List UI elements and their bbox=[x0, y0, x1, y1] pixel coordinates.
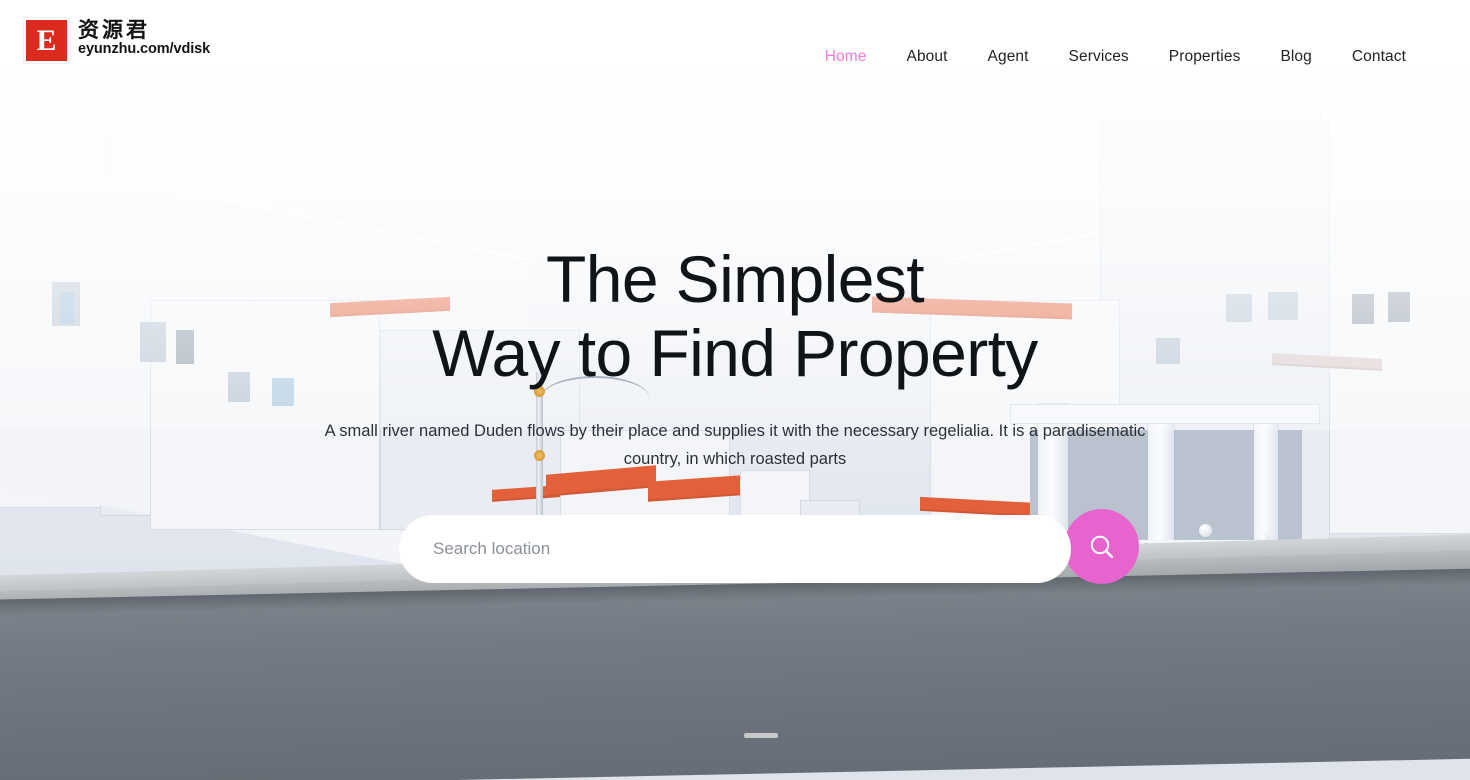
nav-item-contact[interactable]: Contact bbox=[1332, 44, 1426, 70]
brand-mark-icon: E bbox=[24, 18, 69, 63]
brand-name-cn: 资源君 bbox=[78, 18, 150, 42]
nav-item-home[interactable]: Home bbox=[805, 44, 887, 70]
nav-item-services[interactable]: Services bbox=[1049, 44, 1149, 70]
nav-item-about[interactable]: About bbox=[887, 44, 968, 70]
brand-logo[interactable]: E 资源君 eyunzhu.com/vdisk bbox=[24, 18, 210, 63]
search-bar bbox=[399, 509, 1139, 585]
brand-text: 资源君 eyunzhu.com/vdisk bbox=[78, 18, 210, 57]
hero-heading-line1: The Simplest bbox=[546, 242, 925, 316]
page-root: E 资源君 eyunzhu.com/vdisk Home About Agent… bbox=[0, 0, 1470, 780]
hero-heading-line2: Way to Find Property bbox=[432, 316, 1038, 390]
search-location-input[interactable] bbox=[399, 515, 1071, 584]
hero-subtitle: A small river named Duden flows by their… bbox=[324, 422, 1146, 468]
hero-section: The Simplest Way to Find Property A smal… bbox=[0, 0, 1470, 780]
main-navigation: Home About Agent Services Properties Blo… bbox=[805, 44, 1426, 70]
site-header: E 资源君 eyunzhu.com/vdisk Home About Agent… bbox=[0, 0, 1470, 110]
nav-item-agent[interactable]: Agent bbox=[968, 44, 1049, 70]
search-icon bbox=[1090, 535, 1113, 559]
brand-mark-letter: E bbox=[36, 23, 57, 57]
hero-heading: The Simplest Way to Find Property bbox=[432, 246, 1038, 390]
search-submit-button[interactable] bbox=[1064, 509, 1139, 585]
brand-url: eyunzhu.com/vdisk bbox=[78, 41, 211, 58]
nav-item-properties[interactable]: Properties bbox=[1149, 44, 1261, 70]
nav-item-blog[interactable]: Blog bbox=[1260, 44, 1331, 70]
